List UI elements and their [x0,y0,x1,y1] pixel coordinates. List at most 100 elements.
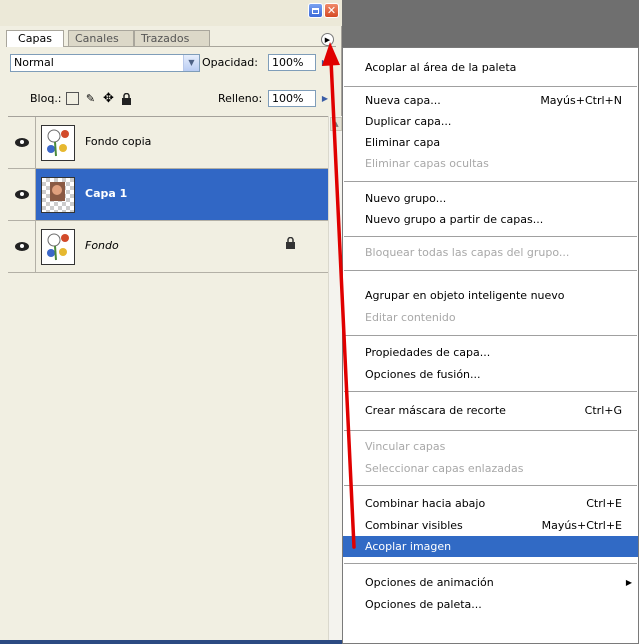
lock-icon [285,236,296,252]
menu-item-seleccionar-capas-enlazadas: Seleccionar capas enlazadas [343,458,638,479]
menu-item-label: Combinar hacia abajo [365,497,486,510]
layer-thumbnail [41,229,75,265]
eye-icon [14,138,29,147]
tab-capas[interactable]: Capas [6,30,64,47]
menu-item-label: Crear máscara de recorte [365,404,506,417]
menu-item-shortcut: Mayús+Ctrl+N [540,94,622,107]
menu-item-combinar-visibles[interactable]: Combinar visibles Mayús+Ctrl+E [343,515,638,536]
menu-separator [344,270,637,271]
menu-separator [344,86,637,87]
fill-label: Relleno: [218,92,263,105]
fill-stepper-icon[interactable]: ▶ [318,90,332,107]
menu-item-label: Combinar visibles [365,519,463,532]
opacity-label: Opacidad: [202,56,258,69]
fill-field[interactable]: 100% [268,90,316,107]
layers-list: Fondo copia Capa 1 Fondo [8,116,328,640]
menu-item-label: Nuevo grupo a partir de capas... [365,213,544,226]
layer-row-fondo[interactable]: Fondo [8,221,328,273]
close-icon: ✕ [326,4,337,17]
blend-mode-select[interactable]: Normal ▼ [10,54,200,72]
play-right-icon: ▶ [324,35,331,44]
menu-item-shortcut: Ctrl+G [584,404,622,417]
menu-item-duplicar-capa[interactable]: Duplicar capa... [343,111,638,132]
menu-separator [344,563,637,564]
menu-item-editar-contenido: Editar contenido [343,307,638,328]
visibility-toggle[interactable] [8,117,36,168]
opacity-field[interactable]: 100% [268,54,316,71]
menu-item-opciones-animacion[interactable]: Opciones de animación ▶ [343,572,638,593]
menu-item-shortcut: Mayús+Ctrl+E [541,519,622,532]
scroll-up-icon[interactable]: ▲ [330,117,342,131]
menu-item-crear-mascara-recorte[interactable]: Crear máscara de recorte Ctrl+G [343,400,638,421]
lock-move-icon[interactable]: ✥ [102,91,115,106]
menu-item-label: Opciones de animación [365,576,494,589]
menu-item-label: Editar contenido [365,311,456,324]
eye-icon [14,242,29,251]
close-button[interactable]: ✕ [324,3,339,18]
blend-mode-value: Normal [14,56,54,69]
lock-fill-row: Bloq.: ✎ ✥ Relleno: 100% ▶ [0,89,342,111]
layer-thumbnail [41,125,75,161]
menu-item-combinar-hacia-abajo[interactable]: Combinar hacia abajo Ctrl+E [343,493,638,514]
menu-item-propiedades-capa[interactable]: Propiedades de capa... [343,342,638,363]
menu-separator [344,335,637,336]
menu-item-acoplar-imagen[interactable]: Acoplar imagen [343,536,638,557]
lock-brush-icon[interactable]: ✎ [84,92,97,105]
palette-menu-button[interactable]: ▶ [321,33,334,46]
menu-item-label: Eliminar capa [365,136,441,149]
menu-item-label: Nueva capa... [365,94,441,107]
lock-all-icon[interactable] [120,92,133,105]
submenu-arrow-icon: ▶ [625,578,632,587]
menu-item-opciones-fusion[interactable]: Opciones de fusión... [343,364,638,385]
layer-name: Fondo copia [85,135,152,148]
chevron-down-icon[interactable]: ▼ [183,55,199,71]
menu-separator [344,236,637,237]
menu-item-label: Acoplar al área de la paleta [365,61,517,74]
palette-tabs: Capas Canales Trazados [6,26,336,47]
menu-item-agrupar-objeto-inteligente[interactable]: Agrupar en objeto inteligente nuevo [343,285,638,306]
menu-item-label: Opciones de paleta... [365,598,482,611]
menu-item-label: Seleccionar capas enlazadas [365,462,524,475]
layer-name: Capa 1 [85,187,128,200]
menu-item-vincular-capas: Vincular capas [343,436,638,457]
menu-separator [344,485,637,486]
menu-item-nuevo-grupo-capas[interactable]: Nuevo grupo a partir de capas... [343,209,638,230]
lock-transparent-icon[interactable] [66,92,79,105]
menu-separator [344,430,637,431]
palette-titlebar: ✕ [0,0,342,26]
visibility-toggle[interactable] [8,221,36,272]
menu-item-shortcut: Ctrl+E [586,497,622,510]
menu-item-label: Propiedades de capa... [365,346,491,359]
menu-item-nueva-capa[interactable]: Nueva capa... Mayús+Ctrl+N [343,90,638,111]
lock-label: Bloq.: [30,92,62,105]
layer-row-capa-1[interactable]: Capa 1 [8,169,328,221]
visibility-toggle[interactable] [8,169,36,220]
menu-item-eliminar-capa[interactable]: Eliminar capa [343,132,638,153]
layers-palette: ✕ Capas Canales Trazados ▶ Normal ▼ Opac… [0,0,342,640]
menu-item-label: Agrupar en objeto inteligente nuevo [365,289,565,302]
menu-item-label: Duplicar capa... [365,115,452,128]
menu-item-bloquear-capas-grupo: Bloquear todas las capas del grupo... [343,242,638,263]
palette-flyout-menu: Acoplar al área de la paleta Nueva capa.… [342,47,639,644]
tab-trazados[interactable]: Trazados [134,30,210,46]
layers-scrollbar[interactable]: ▲ [328,116,342,640]
menu-item-acoplar-area-paleta[interactable]: Acoplar al área de la paleta [343,57,638,78]
layer-thumbnail [41,177,75,213]
menu-item-label: Nuevo grupo... [365,192,447,205]
opacity-stepper-icon[interactable]: ▶ [318,54,332,71]
menu-item-opciones-paleta[interactable]: Opciones de paleta... [343,594,638,615]
layer-row-fondo-copia[interactable]: Fondo copia [8,117,328,169]
minimize-button[interactable] [308,3,323,18]
layer-name: Fondo [85,239,119,252]
blend-opacity-row: Normal ▼ Opacidad: 100% ▶ [0,54,342,76]
menu-item-label: Eliminar capas ocultas [365,157,489,170]
eye-icon [14,190,29,199]
menu-item-nuevo-grupo[interactable]: Nuevo grupo... [343,188,638,209]
menu-item-label: Bloquear todas las capas del grupo... [365,246,570,259]
menu-item-label: Acoplar imagen [365,540,452,553]
menu-separator [344,391,637,392]
menu-item-label: Opciones de fusión... [365,368,481,381]
tab-canales[interactable]: Canales [68,30,134,46]
menu-separator [344,181,637,182]
menu-item-label: Vincular capas [365,440,446,453]
